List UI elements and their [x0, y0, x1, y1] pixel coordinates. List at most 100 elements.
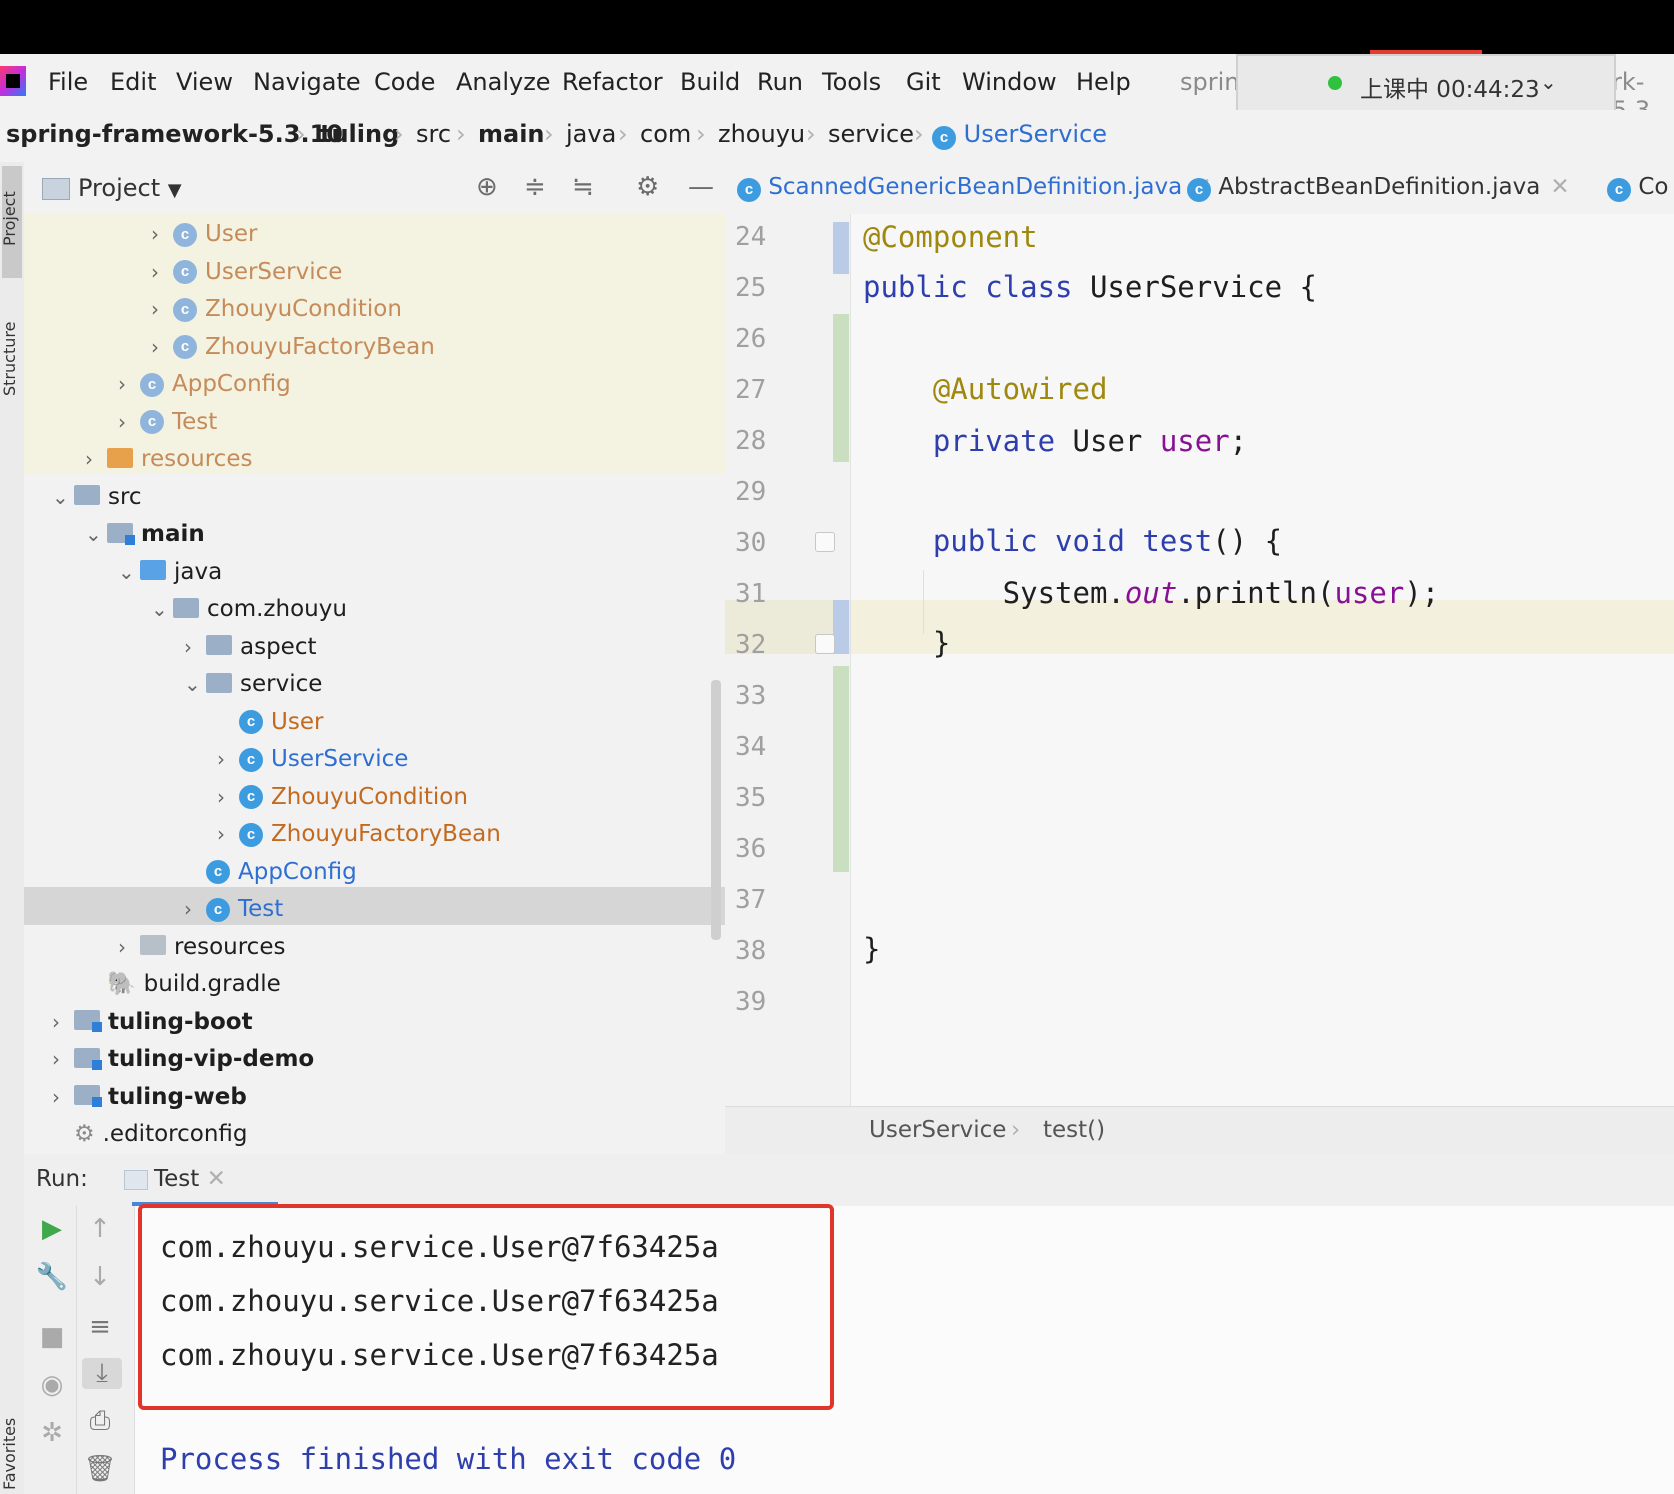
chevron-right-icon[interactable]: › [118, 366, 140, 403]
menu-navigate[interactable]: Navigate [253, 68, 361, 96]
chevron-right-icon[interactable]: › [151, 216, 173, 253]
scroll-to-end-icon[interactable]: ⤓ [82, 1358, 122, 1389]
tree-item[interactable]: c AppConfig [184, 854, 357, 891]
tree-scrollbar[interactable] [711, 680, 721, 940]
menu-tools[interactable]: Tools [822, 68, 881, 96]
tab-truncated[interactable]: c Co [1607, 174, 1668, 202]
soft-wrap-icon[interactable]: ≡ [80, 1312, 120, 1342]
camera-icon[interactable]: ◉ [32, 1370, 72, 1400]
chevron-right-icon[interactable]: › [151, 329, 173, 366]
stop-icon[interactable]: ■ [32, 1322, 72, 1352]
tree-item[interactable]: › resources [118, 929, 285, 966]
tree-item[interactable]: ⌄ java [118, 554, 222, 591]
tree-item[interactable]: › aspect [184, 629, 317, 666]
wrench-icon[interactable]: 🔧 [32, 1262, 72, 1292]
chevron-down-icon[interactable]: ⌄ [184, 666, 206, 703]
locate-icon[interactable]: ⊕ [476, 172, 498, 202]
tree-item[interactable]: ⚙ .editorconfig [52, 1116, 248, 1153]
menu-edit[interactable]: Edit [110, 68, 156, 96]
chevron-right-icon[interactable]: › [151, 291, 173, 328]
chevron-right-icon[interactable]: › [151, 254, 173, 291]
hide-panel-icon[interactable]: — [688, 172, 714, 202]
tree-item[interactable]: ⌄ com.zhouyu [151, 591, 347, 628]
close-tab-icon[interactable]: ✕ [207, 1166, 226, 1192]
tree-item[interactable]: › c UserService [151, 254, 342, 291]
chevron-right-icon[interactable]: › [85, 441, 107, 478]
tree-item[interactable]: › resources [85, 441, 252, 478]
crumb-src[interactable]: src [416, 120, 451, 148]
tree-item[interactable]: ⌄ main [85, 516, 205, 553]
menu-refactor[interactable]: Refactor [562, 68, 663, 96]
chevron-right-icon[interactable]: › [52, 1079, 74, 1116]
menu-help[interactable]: Help [1076, 68, 1131, 96]
crumb-com[interactable]: com [640, 120, 691, 148]
chevron-down-icon[interactable]: ⌄ [1540, 70, 1557, 94]
crumb-project[interactable]: spring-framework-5.3.10 [6, 120, 343, 148]
tree-item[interactable]: › tuling-boot [52, 1004, 253, 1041]
editor-crumb-method[interactable]: test() [1043, 1117, 1105, 1143]
chevron-right-icon[interactable]: › [52, 1004, 74, 1041]
tree-item[interactable]: › c Test [184, 891, 283, 928]
code-editor[interactable]: @Component public class UserService { @A… [851, 214, 1674, 1106]
chevron-down-icon[interactable]: ⌄ [85, 516, 107, 553]
crumb-java[interactable]: java [566, 120, 616, 148]
chevron-right-icon[interactable]: › [52, 1041, 74, 1078]
menu-window[interactable]: Window [962, 68, 1057, 96]
rerun-icon[interactable]: ▶ [32, 1214, 72, 1244]
expand-all-icon[interactable]: ≑ [524, 172, 546, 202]
project-view-title[interactable]: Project ▼ [78, 174, 182, 202]
fold-start-icon[interactable] [815, 532, 835, 552]
tree-item[interactable]: › c User [151, 216, 257, 253]
chevron-right-icon[interactable]: › [217, 779, 239, 816]
menu-file[interactable]: File [48, 68, 88, 96]
menu-view[interactable]: View [176, 68, 233, 96]
tree-item[interactable]: ⌄ src [52, 479, 142, 516]
arrow-down-icon[interactable]: ↓ [80, 1262, 120, 1292]
class-timer[interactable]: 上课中 00:44:23 ⌄ [1236, 54, 1616, 112]
gear-icon[interactable]: ⚙ [636, 172, 659, 202]
chevron-right-icon[interactable]: › [217, 741, 239, 778]
tree-item[interactable]: › c ZhouyuCondition [151, 291, 402, 328]
crumb-zhouyu[interactable]: zhouyu [718, 120, 805, 148]
tab-scanned-generic-bean-definition[interactable]: c ScannedGenericBeanDefinition.java✕ [737, 174, 1212, 202]
tree-item[interactable]: › c Test [118, 404, 217, 441]
tree-item[interactable]: › c ZhouyuFactoryBean [151, 329, 435, 366]
tree-item[interactable]: › c UserService [217, 741, 408, 778]
tree-item[interactable]: › tuling-web [52, 1079, 247, 1116]
crumb-service[interactable]: service [828, 120, 914, 148]
chevron-down-icon[interactable]: ⌄ [52, 479, 74, 516]
fold-end-icon[interactable] [815, 634, 835, 654]
menu-code[interactable]: Code [374, 68, 435, 96]
menu-analyze[interactable]: Analyze [456, 68, 551, 96]
tab-abstract-bean-definition[interactable]: c AbstractBeanDefinition.java ✕ [1187, 174, 1570, 202]
chevron-right-icon[interactable]: › [118, 929, 140, 966]
chevron-right-icon[interactable]: › [118, 404, 140, 441]
debug-icon[interactable]: ✲ [32, 1418, 72, 1448]
tree-item[interactable]: c User [217, 704, 323, 741]
arrow-up-icon[interactable]: ↑ [80, 1214, 120, 1244]
trash-icon[interactable]: 🗑 [80, 1454, 120, 1484]
favorites-tool-label[interactable]: Favorites [0, 1418, 19, 1490]
chevron-down-icon[interactable]: ⌄ [151, 591, 173, 628]
chevron-right-icon[interactable]: › [184, 629, 206, 666]
project-tool-label[interactable]: Project [0, 191, 19, 246]
structure-tool-label[interactable]: Structure [0, 322, 19, 396]
run-tab-test[interactable]: Test ✕ [154, 1166, 226, 1192]
menu-build[interactable]: Build [680, 68, 740, 96]
tree-item[interactable]: › tuling-vip-demo [52, 1041, 314, 1078]
menu-git[interactable]: Git [906, 68, 941, 96]
chevron-right-icon[interactable]: › [184, 891, 206, 928]
tree-item[interactable]: › c AppConfig [118, 366, 291, 403]
editor-crumb-class[interactable]: UserService [869, 1117, 1006, 1143]
chevron-down-icon[interactable]: ⌄ [118, 554, 140, 591]
print-icon[interactable]: ⎙ [80, 1406, 120, 1437]
close-tab-icon[interactable]: ✕ [1550, 174, 1569, 200]
collapse-all-icon[interactable]: ≒ [572, 172, 594, 202]
menu-run[interactable]: Run [757, 68, 803, 96]
tree-item[interactable]: 🐘 build.gradle [85, 966, 281, 1003]
crumb-main[interactable]: main [478, 120, 545, 148]
tree-item[interactable]: › c ZhouyuFactoryBean [217, 816, 501, 853]
crumb-module[interactable]: tuling [320, 120, 399, 148]
tree-item[interactable]: ⌄ service [184, 666, 322, 703]
tree-item[interactable]: › c ZhouyuCondition [217, 779, 468, 816]
